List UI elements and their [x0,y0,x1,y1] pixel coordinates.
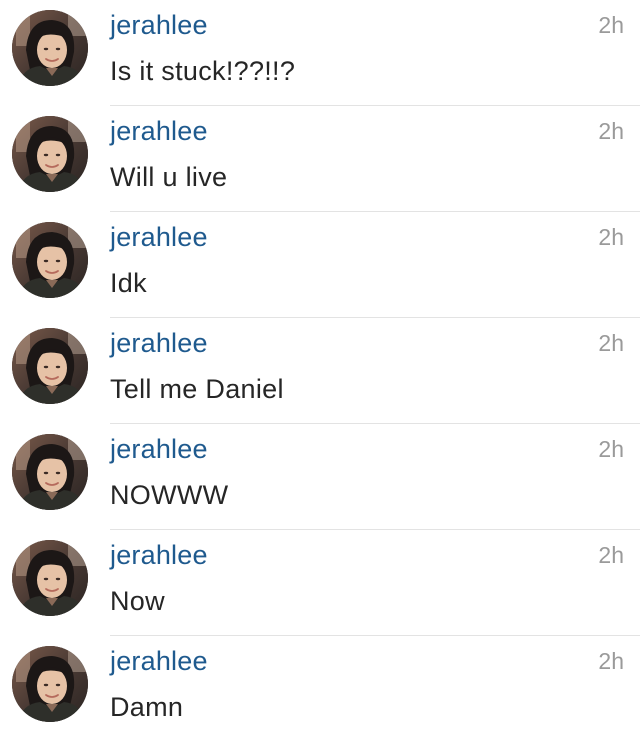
comment-text: Is it stuck!??!!? [110,56,296,86]
avatar[interactable] [12,116,88,192]
comment-row: jerahlee Now 2h [0,530,640,636]
comment-row: jerahlee Idk 2h [0,212,640,318]
avatar[interactable] [12,434,88,510]
comment-row: jerahlee Damn 2h [0,636,640,742]
timestamp: 2h [598,118,624,144]
timestamp: 2h [598,648,624,674]
comment-text: Will u live [110,162,228,192]
username-link[interactable]: jerahlee [110,434,208,465]
avatar[interactable] [12,10,88,86]
comment-text: Idk [110,268,147,298]
username-link[interactable]: jerahlee [110,222,208,253]
timestamp: 2h [598,436,624,462]
avatar[interactable] [12,646,88,722]
comment-list: jerahlee Is it stuck!??!!? 2h jerahlee W… [0,0,640,738]
username-link[interactable]: jerahlee [110,646,208,677]
comment-row: jerahlee Is it stuck!??!!? 2h [0,0,640,106]
comment-text: NOWWW [110,480,229,510]
avatar[interactable] [12,222,88,298]
comment-text: Damn [110,692,184,722]
username-link[interactable]: jerahlee [110,10,208,41]
comment-row: jerahlee Will u live 2h [0,106,640,212]
avatar[interactable] [12,540,88,616]
timestamp: 2h [598,542,624,568]
avatar[interactable] [12,328,88,404]
username-link[interactable]: jerahlee [110,116,208,147]
timestamp: 2h [598,12,624,38]
comment-row: jerahlee NOWWW 2h [0,424,640,530]
comment-text: Tell me Daniel [110,374,284,404]
comment-row: jerahlee Tell me Daniel 2h [0,318,640,424]
timestamp: 2h [598,330,624,356]
username-link[interactable]: jerahlee [110,328,208,359]
timestamp: 2h [598,224,624,250]
comment-text: Now [110,586,165,616]
username-link[interactable]: jerahlee [110,540,208,571]
